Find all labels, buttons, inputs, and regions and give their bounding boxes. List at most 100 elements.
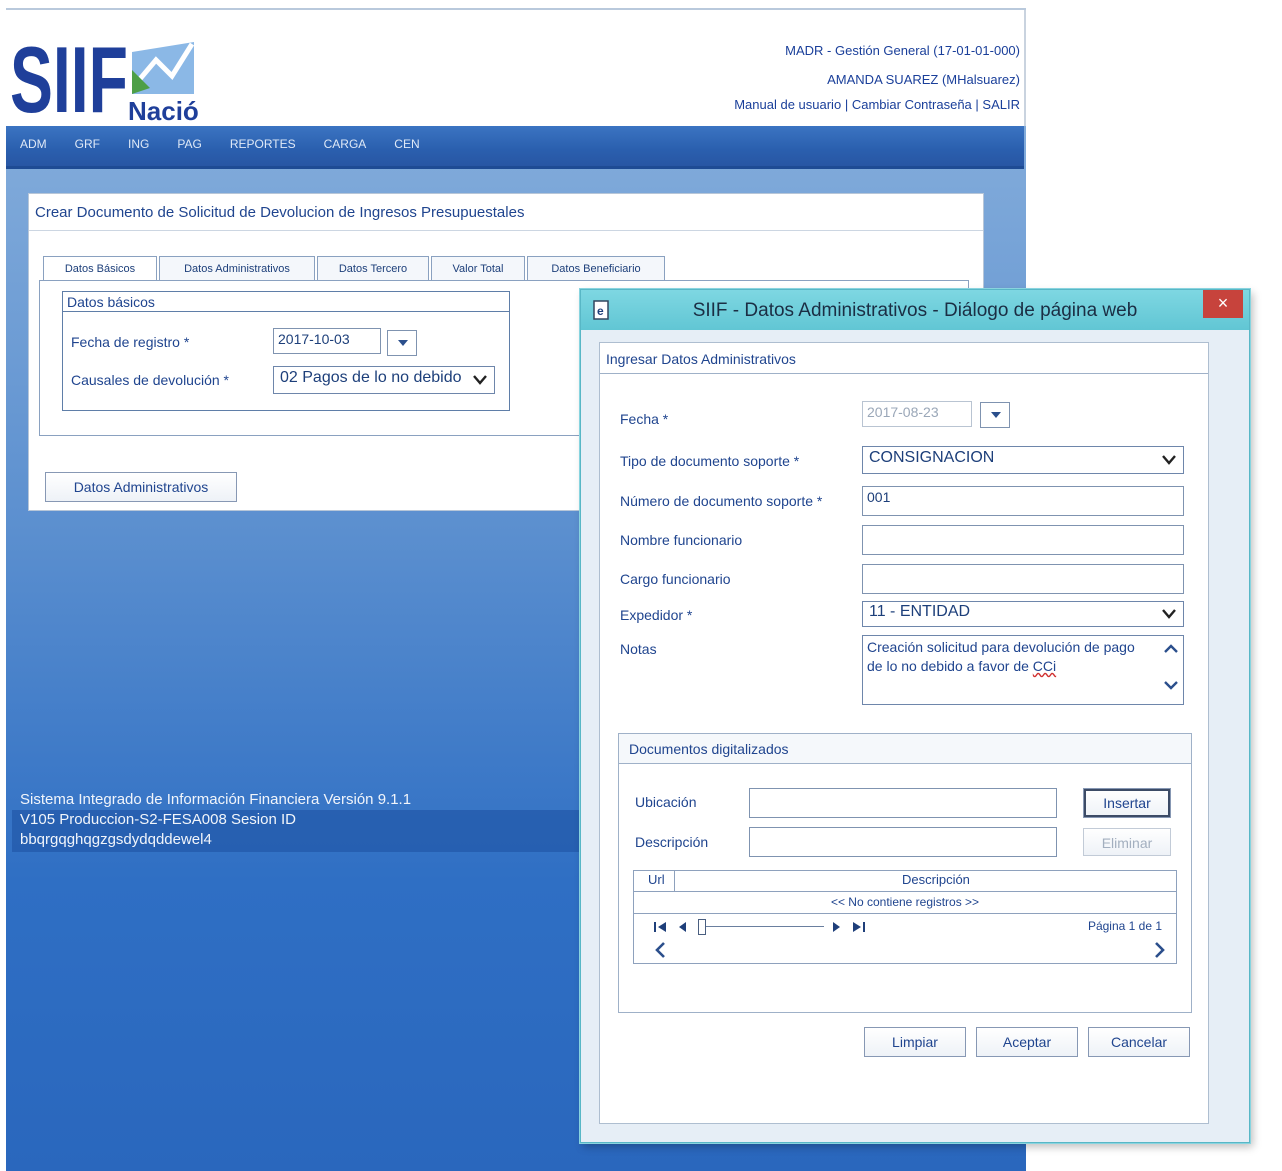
tab-datos-tercero[interactable]: Datos Tercero [317,256,429,282]
menu-reportes[interactable]: REPORTES [216,126,310,162]
cancelar-button[interactable]: Cancelar [1088,1027,1190,1057]
menu-adm[interactable]: ADM [6,126,61,162]
fecha-label: Fecha * [620,411,669,427]
menu-ing[interactable]: ING [114,126,163,162]
menu-pag[interactable]: PAG [163,126,215,162]
column-descripcion[interactable]: Descripción [902,872,970,887]
group-title: Datos básicos [63,292,509,312]
fecha-registro-input[interactable]: 2017-10-03 [273,328,381,354]
environment-text: V105 Produccion-S2-FESA008 Sesion ID [20,811,296,828]
descripcion-label: Descripción [635,834,709,850]
svg-text:Nación: Nación [128,96,200,122]
entity-label: MADR - Gestión General (17-01-01-000) [785,43,1020,58]
notas-line: de lo no debido a favor de CCi [867,657,1153,676]
datos-basicos-group: Datos básicos Fecha de registro * 2017-1… [62,291,510,411]
chevron-down-icon [1162,609,1176,619]
pager-slider-handle[interactable] [698,919,706,935]
aceptar-button[interactable]: Aceptar [976,1027,1078,1057]
grid-header: Url Descripción [634,871,1176,892]
expedidor-select[interactable]: 11 - ENTIDAD [862,601,1184,627]
nombre-funcionario-label: Nombre funcionario [620,532,743,548]
caret-down-icon [991,412,1001,418]
documentos-digitalizados-group: Documentos digitalizados Ubicación Inser… [618,733,1192,1013]
scroll-down-icon[interactable] [1163,680,1179,690]
notas-misspelled-word: CCi [1032,658,1057,674]
menu-cen[interactable]: CEN [380,126,433,162]
descripcion-input[interactable] [749,827,1057,857]
prev-page-icon[interactable] [678,921,688,933]
first-page-icon[interactable] [654,921,668,933]
numero-documento-input[interactable]: 001 [862,486,1184,516]
user-label: AMANDA SUAREZ (MHalsuarez) [827,72,1020,87]
siif-nacion-logo: SIIF Nación [10,30,200,122]
change-password-link[interactable]: Cambiar Contraseña [852,97,972,112]
last-page-icon[interactable] [852,921,866,933]
tab-valor-total[interactable]: Valor Total [431,256,525,282]
dialog-title: SIIF - Datos Administrativos - Diálogo d… [692,300,1138,321]
link-separator: | [975,97,979,112]
date-picker-button[interactable] [387,330,417,356]
datos-administrativos-dialog: e SIIF - Datos Administrativos - Diálogo… [580,289,1250,1143]
section-title: Ingresar Datos Administrativos [606,351,796,367]
scroll-up-icon[interactable] [1163,644,1179,654]
empty-row: << No contiene registros >> [634,891,1176,914]
numero-documento-label: Número de documento soporte * [620,493,823,509]
causales-select[interactable]: 02 Pagos de lo no debido [273,366,495,394]
notas-label: Notas [620,641,657,657]
link-separator: | [844,97,849,112]
main-menu: ADM GRF ING PAG REPORTES CARGA CEN [6,126,1024,169]
ubicacion-label: Ubicación [635,794,697,810]
expedidor-value: 11 - ENTIDAD [869,603,971,620]
documents-grid: Url Descripción << No contiene registros… [633,870,1177,964]
tipo-documento-select[interactable]: CONSIGNACION [862,446,1184,474]
fecha-input[interactable]: 2017-08-23 [862,401,972,427]
tab-datos-administrativos[interactable]: Datos Administrativos [159,256,315,282]
logout-link[interactable]: SALIR [982,97,1020,112]
fecha-registro-label: Fecha de registro * [71,334,190,350]
dialog-titlebar[interactable]: e SIIF - Datos Administrativos - Diálogo… [581,290,1249,330]
close-button[interactable]: × [1203,290,1243,318]
menu-grf[interactable]: GRF [61,126,114,162]
insertar-button[interactable]: Insertar [1083,788,1171,818]
tipo-documento-label: Tipo de documento soporte * [620,453,800,469]
cargo-funcionario-input[interactable] [862,564,1184,594]
ubicacion-input[interactable] [749,788,1057,818]
svg-text:SIIF: SIIF [10,30,128,122]
page-title: Crear Documento de Solicitud de Devoluci… [35,204,525,221]
divider [29,230,983,231]
notas-line: Creación solicitud para devolución de pa… [867,639,1135,655]
eliminar-button[interactable]: Eliminar [1083,828,1171,856]
dialog-body: Ingresar Datos Administrativos Fecha * 2… [599,342,1209,1124]
column-divider [634,871,675,891]
tipo-documento-value: CONSIGNACION [869,449,995,466]
menu-carga[interactable]: CARGA [310,126,381,162]
caret-down-icon [398,340,408,346]
scroll-right-icon[interactable] [1154,941,1166,959]
manual-link[interactable]: Manual de usuario [734,97,841,112]
cargo-funcionario-label: Cargo funcionario [620,571,731,587]
group-title: Documentos digitalizados [619,734,1191,764]
nombre-funcionario-input[interactable] [862,525,1184,555]
divider [600,373,1208,374]
chevron-down-icon [1162,455,1176,465]
causales-value: 02 Pagos de lo no debido [280,369,462,386]
tab-datos-beneficiario[interactable]: Datos Beneficiario [527,256,665,282]
notas-textarea[interactable]: Creación solicitud para devolución de pa… [862,635,1184,705]
datos-administrativos-button[interactable]: Datos Administrativos [45,472,237,502]
grid-pager: Página 1 de 1 [634,915,1176,939]
tab-datos-basicos[interactable]: Datos Básicos [43,256,157,282]
causales-label: Causales de devolución * [71,372,229,388]
page-info: Página 1 de 1 [1087,919,1162,933]
app-header: SIIF Nación MADR - Gestión General (17-0… [6,10,1026,126]
version-text: Sistema Integrado de Información Financi… [20,791,412,808]
session-id-text: bbqrgqghqgzgsdydqddewel4 [20,831,212,848]
expedidor-label: Expedidor * [620,607,693,623]
footer-info: Sistema Integrado de Información Financi… [20,790,411,850]
limpiar-button[interactable]: Limpiar [864,1027,966,1057]
pager-slider-track[interactable] [700,926,824,927]
date-picker-button[interactable] [980,402,1010,428]
next-page-icon[interactable] [832,921,842,933]
scroll-left-icon[interactable] [654,941,666,959]
header-links: Manual de usuario | Cambiar Contraseña |… [734,97,1020,112]
chevron-down-icon [473,375,487,385]
